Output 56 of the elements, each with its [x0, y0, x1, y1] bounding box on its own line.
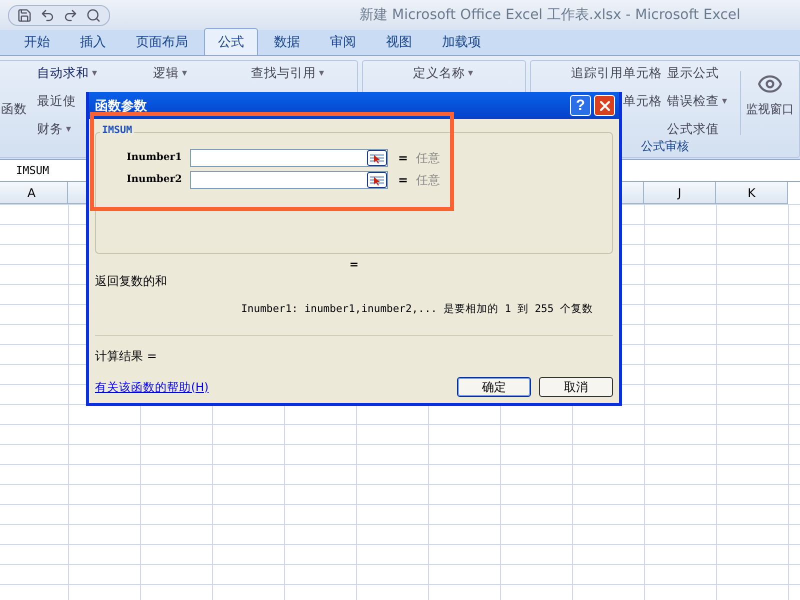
- ribbon-command[interactable]: 追踪引用单元格: [571, 65, 662, 82]
- dropdown-caret-icon[interactable]: ▾: [722, 96, 728, 107]
- dropdown-caret-icon[interactable]: ▾: [92, 68, 98, 79]
- column-header[interactable]: A: [0, 182, 68, 204]
- function-description: 返回复数的和: [95, 273, 168, 290]
- dropdown-caret-icon[interactable]: ▾: [182, 68, 188, 79]
- ribbon-command[interactable]: 公式求值: [667, 121, 719, 138]
- ribbon-tab[interactable]: 视图: [372, 28, 426, 55]
- ribbon-command[interactable]: 定义名称: [413, 65, 465, 82]
- ribbon-command[interactable]: 显示公式: [667, 65, 719, 82]
- argument-result: 任意: [416, 150, 440, 166]
- ribbon-command[interactable]: 监视窗口: [746, 101, 794, 118]
- ribbon-tab[interactable]: 插入: [66, 28, 120, 55]
- column-header[interactable]: K: [716, 182, 788, 204]
- help-link[interactable]: 有关该函数的帮助(H): [95, 380, 449, 394]
- ribbon-tab[interactable]: 审阅: [316, 28, 370, 55]
- ribbon-tab[interactable]: 加载项: [428, 28, 495, 55]
- dialog-button[interactable]: 确定: [457, 377, 531, 397]
- dialog-title: 函数参数: [95, 98, 148, 114]
- dropdown-caret-icon[interactable]: ▾: [66, 124, 72, 135]
- ribbon-command[interactable]: 查找与引用: [251, 65, 316, 82]
- ribbon-command[interactable]: 自动求和: [37, 65, 89, 82]
- argument-label: Inumber2: [126, 173, 182, 187]
- range-select-icon[interactable]: [367, 172, 387, 188]
- column-header[interactable]: J: [644, 182, 716, 204]
- help-button[interactable]: ?: [570, 95, 591, 116]
- ribbon-command[interactable]: 函数: [1, 101, 27, 118]
- input-field[interactable]: [190, 171, 388, 189]
- ribbon-command[interactable]: 逻辑: [153, 65, 179, 82]
- range-select-icon[interactable]: [367, 150, 387, 166]
- dropdown-caret-icon[interactable]: ▾: [319, 68, 324, 79]
- ribbon-tab[interactable]: 开始: [10, 28, 64, 55]
- dialog-button[interactable]: 取消: [539, 377, 613, 397]
- input-field[interactable]: [190, 149, 388, 167]
- ribbon-tab[interactable]: 页面布局: [122, 28, 202, 55]
- window-title: 新建 Microsoft Office Excel 工作表.xlsx - Microsoft Excel: [358, 6, 742, 24]
- ribbon-tab[interactable]: 公式: [204, 28, 258, 55]
- equals-sign: =: [398, 151, 408, 165]
- ribbon-command[interactable]: 单元格: [623, 93, 662, 110]
- argument-help: Inumber1: inumber1,inumber2,... 是要相加的 1 到 255 个复数: [241, 302, 593, 316]
- result-label: 计算结果 =: [95, 348, 158, 365]
- equals-sign: =: [398, 173, 408, 187]
- print-preview-icon[interactable]: [86, 8, 101, 22]
- equals-sign: =: [349, 258, 359, 271]
- dropdown-caret-icon[interactable]: ▾: [468, 68, 474, 79]
- ribbon-tab[interactable]: 数据: [260, 28, 314, 55]
- group-label: 公式审核: [640, 138, 690, 155]
- ribbon-command[interactable]: 错误检查: [667, 93, 719, 110]
- function-name: IMSUM: [100, 125, 134, 136]
- redo-icon[interactable]: [63, 8, 78, 22]
- undo-icon[interactable]: [40, 8, 55, 22]
- ribbon-command[interactable]: 最近使: [37, 93, 76, 110]
- argument-result: 任意: [416, 172, 440, 188]
- save-icon[interactable]: [17, 8, 32, 22]
- argument-label: Inumber1: [126, 151, 182, 165]
- ribbon-command[interactable]: 财务: [37, 121, 63, 138]
